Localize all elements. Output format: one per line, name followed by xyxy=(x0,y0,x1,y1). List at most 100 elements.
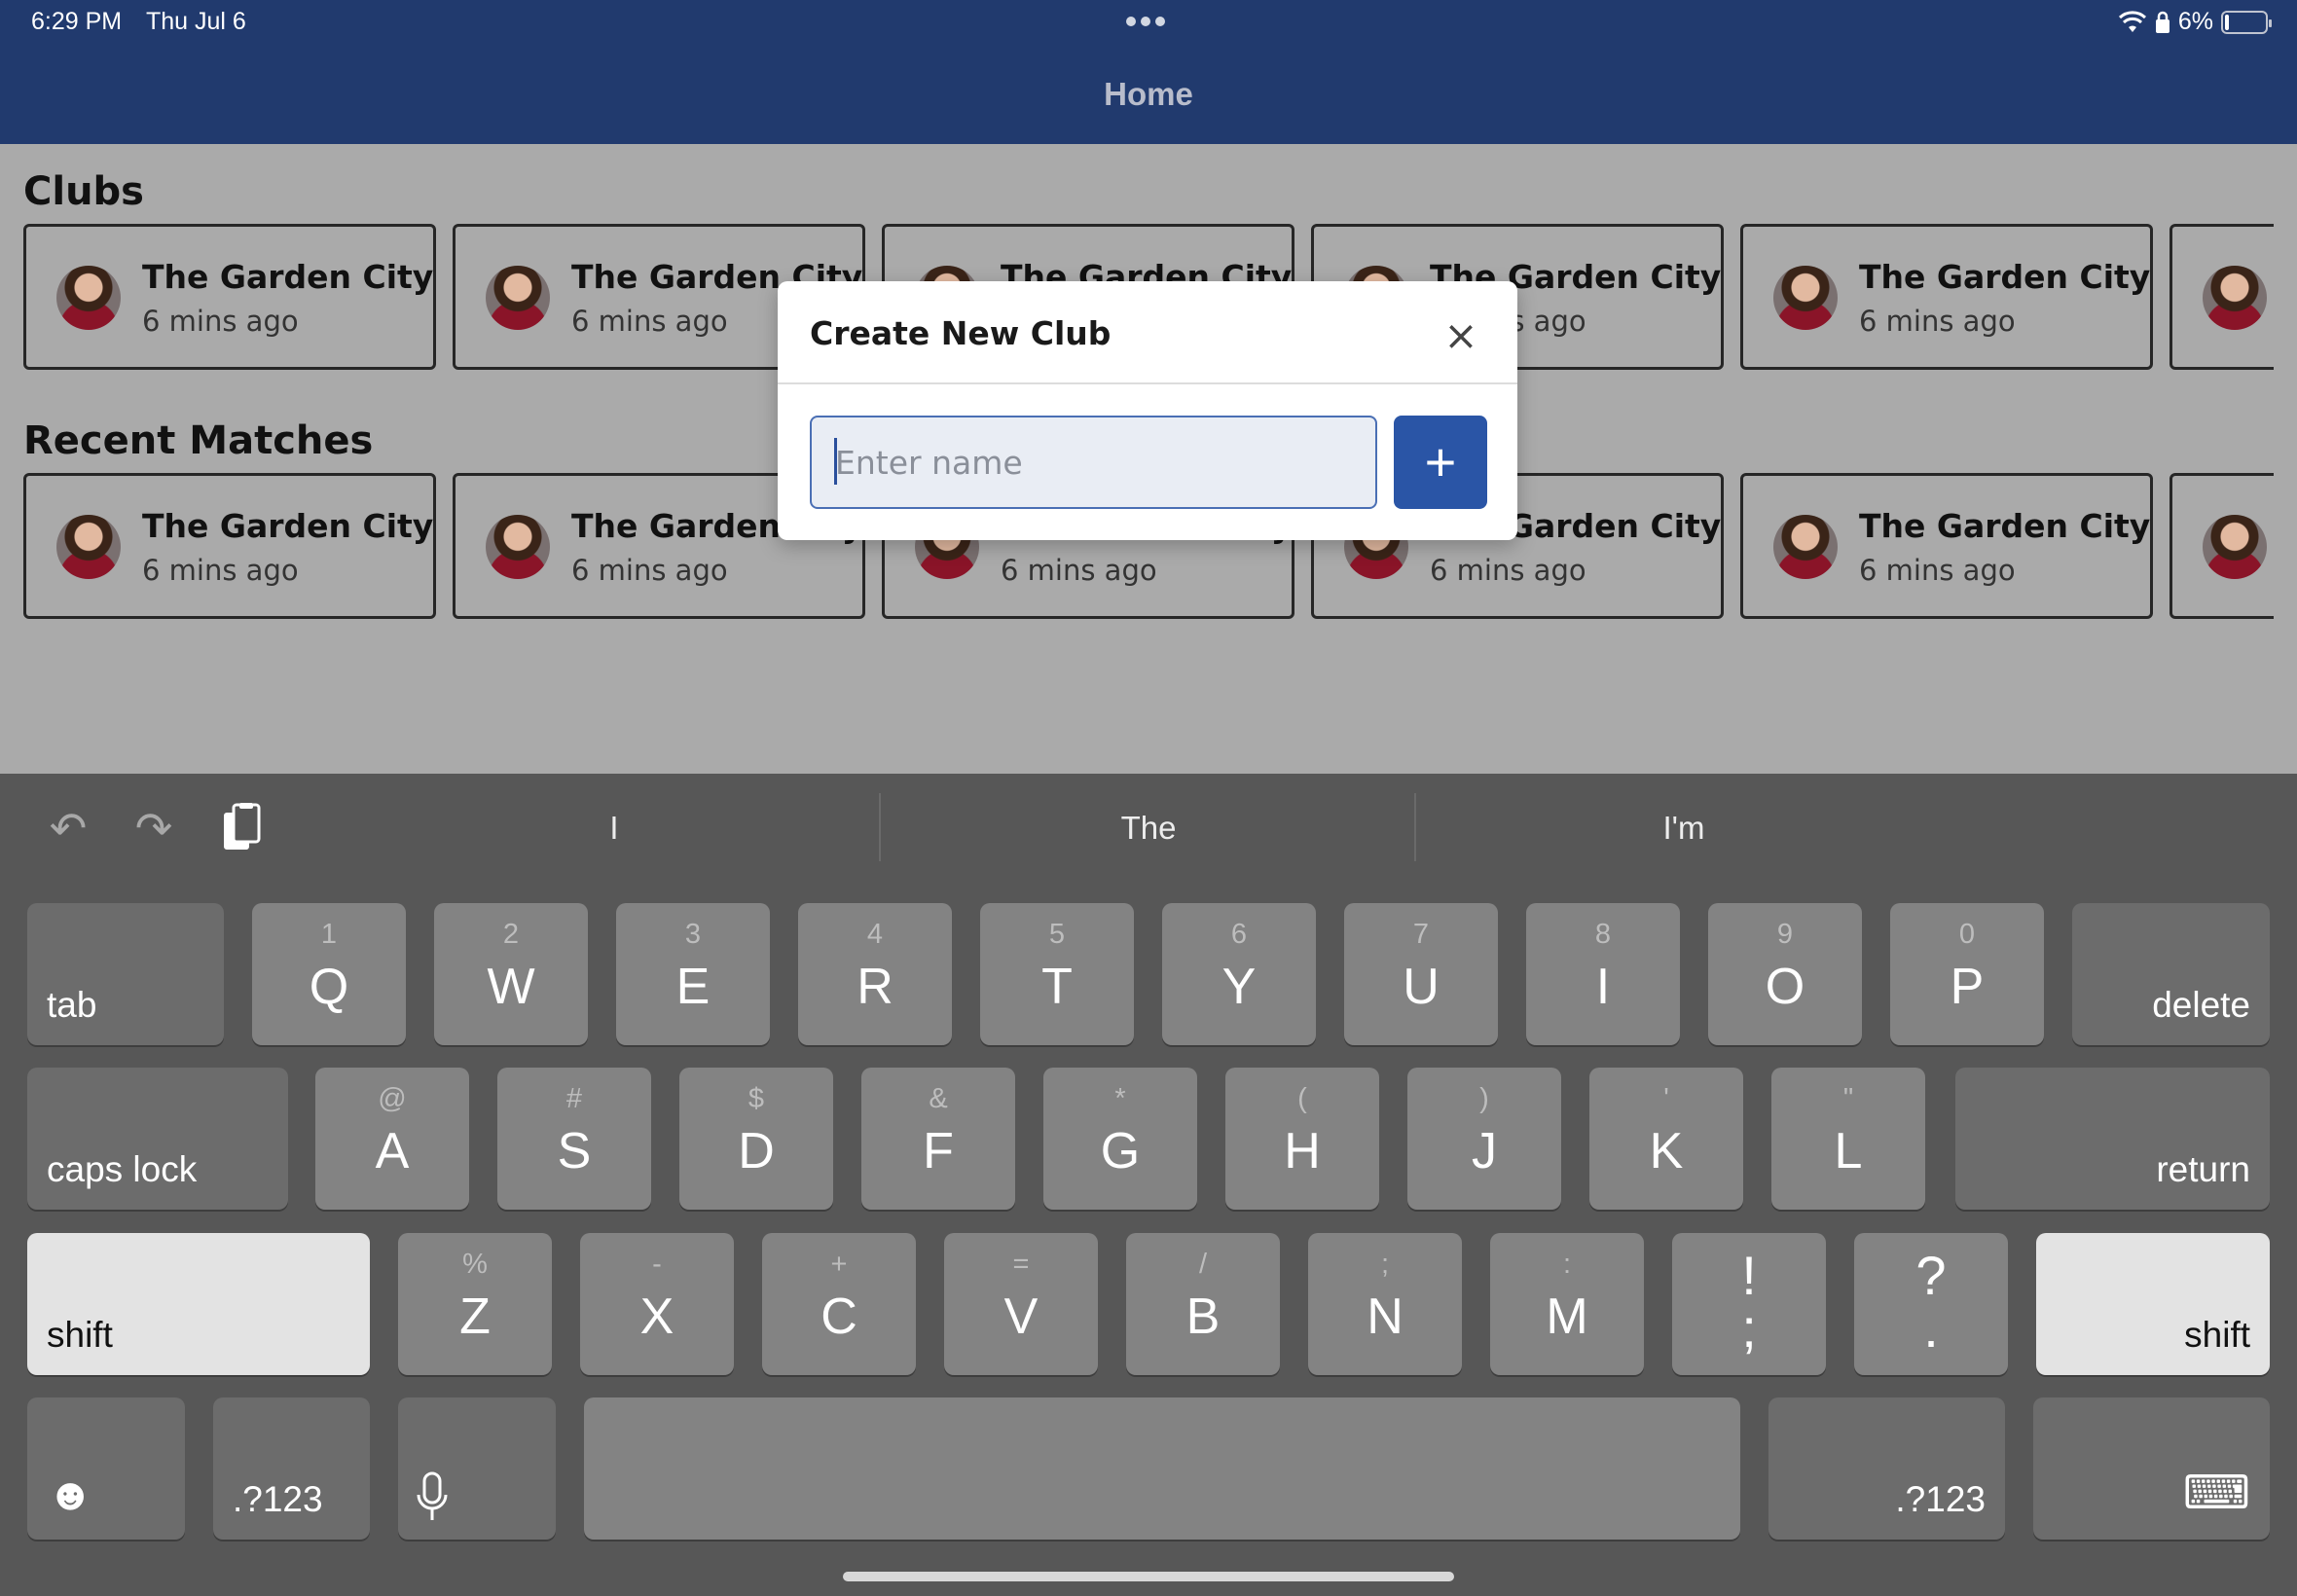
card-time: 6 mins ago xyxy=(1859,554,2016,587)
shift-key-right[interactable]: shift xyxy=(2036,1233,2270,1375)
key-alt-label: @ xyxy=(378,1083,407,1114)
key-k[interactable]: ' K xyxy=(1589,1068,1743,1210)
tab-key[interactable]: tab xyxy=(27,903,224,1045)
match-card[interactable]: The Garden City6 mins ago xyxy=(2169,473,2274,619)
card-time: 6 mins ago xyxy=(571,305,728,338)
key-label: return xyxy=(2156,1149,2250,1189)
return-key[interactable]: return xyxy=(1955,1068,2270,1210)
key-label: L xyxy=(1834,1123,1863,1179)
status-time: 6:29 PM xyxy=(31,8,123,35)
key-p[interactable]: 0P xyxy=(1890,903,2044,1045)
key-f[interactable]: & F xyxy=(861,1068,1015,1210)
key-label: U xyxy=(1403,959,1440,1015)
suggestion-2[interactable]: The xyxy=(954,803,1343,853)
key-label: K xyxy=(1649,1123,1684,1179)
key-u[interactable]: 7U xyxy=(1344,903,1498,1045)
key-label: V xyxy=(1003,1288,1039,1345)
page-title: Home xyxy=(1104,76,1193,112)
key-t[interactable]: 5T xyxy=(980,903,1134,1045)
club-card[interactable]: The Garden City6 mins ago xyxy=(23,224,436,370)
wifi-icon xyxy=(2118,10,2146,32)
suggestion-1[interactable]: I xyxy=(419,803,809,853)
key-h[interactable]: (H xyxy=(1225,1068,1379,1210)
key-label: shift xyxy=(2184,1315,2250,1355)
match-card[interactable]: The Garden City6 mins ago xyxy=(1740,473,2153,619)
redo-icon[interactable]: ↷ xyxy=(128,803,179,853)
card-time: 6 mins ago xyxy=(571,554,728,587)
avatar xyxy=(2203,515,2267,579)
match-card[interactable]: The Garden City6 mins ago xyxy=(23,473,436,619)
key-exclamation-semicolon[interactable]: !; xyxy=(1672,1233,1826,1375)
key-label: D xyxy=(738,1123,775,1179)
club-card[interactable]: The Garden City6 mins ago xyxy=(2169,224,2274,370)
key-label: I xyxy=(1595,959,1611,1015)
modal-divider xyxy=(778,382,1517,384)
key-d[interactable]: $ D xyxy=(679,1068,833,1210)
suggestion-divider xyxy=(879,793,881,861)
suggestion-3[interactable]: I'm xyxy=(1489,803,1878,853)
multitask-dots-icon[interactable] xyxy=(1126,17,1165,26)
avatar xyxy=(486,515,550,579)
key-r[interactable]: 4R xyxy=(798,903,952,1045)
battery-percent: 6% xyxy=(2177,8,2213,35)
key-label: tab xyxy=(47,985,97,1025)
club-name-input[interactable] xyxy=(810,416,1377,509)
key-label: ; xyxy=(1741,1297,1757,1359)
key-b[interactable]: / B xyxy=(1126,1233,1280,1375)
key-alt-label: 4 xyxy=(866,919,884,950)
key-c[interactable]: + C xyxy=(762,1233,916,1375)
space-key[interactable] xyxy=(584,1397,1740,1540)
key-label: caps lock xyxy=(47,1149,198,1189)
key-alt-label: 9 xyxy=(1776,919,1794,950)
key-label: Y xyxy=(1221,959,1257,1015)
numbers-key-left[interactable]: .?123 xyxy=(213,1397,370,1540)
dismiss-keyboard-key[interactable]: ⌨ xyxy=(2033,1397,2270,1540)
card-time: 6 mins ago xyxy=(1859,305,2016,338)
key-label: X xyxy=(639,1288,675,1345)
key-s[interactable]: # S xyxy=(497,1068,651,1210)
club-card[interactable]: The Garden City6 mins ago xyxy=(1740,224,2153,370)
key-y[interactable]: 6Y xyxy=(1162,903,1316,1045)
microphone-key[interactable] xyxy=(398,1397,556,1540)
clubs-title: Clubs xyxy=(23,169,144,214)
key-label: N xyxy=(1367,1288,1404,1345)
key-l[interactable]: " L xyxy=(1771,1068,1925,1210)
key-alt-label: 2 xyxy=(502,919,520,950)
key-q[interactable]: 1Q xyxy=(252,903,406,1045)
key-j[interactable]: ) J xyxy=(1407,1068,1561,1210)
add-club-button[interactable]: + xyxy=(1394,416,1487,509)
key-i[interactable]: 8I xyxy=(1526,903,1680,1045)
key-g[interactable]: * G xyxy=(1043,1068,1197,1210)
key-alt-label: ; xyxy=(1380,1249,1390,1280)
key-w[interactable]: 2W xyxy=(434,903,588,1045)
shift-key-left[interactable]: shift xyxy=(27,1233,370,1375)
key-alt-label: ' xyxy=(1663,1083,1669,1114)
caps-lock-key[interactable]: caps lock xyxy=(27,1068,288,1210)
key-e[interactable]: 3E xyxy=(616,903,770,1045)
undo-icon[interactable]: ↶ xyxy=(43,803,93,853)
lock-rotation-icon xyxy=(2155,11,2169,33)
key-alt-label: & xyxy=(929,1083,948,1114)
key-label: F xyxy=(923,1123,954,1179)
key-m[interactable]: :M xyxy=(1490,1233,1644,1375)
key-o[interactable]: 9O xyxy=(1708,903,1862,1045)
key-z[interactable]: % Z xyxy=(398,1233,552,1375)
key-a[interactable]: @ A xyxy=(315,1068,469,1210)
key-label: S xyxy=(557,1123,592,1179)
emoji-key[interactable]: ☻ xyxy=(27,1397,185,1540)
avatar xyxy=(1773,266,1838,330)
key-label: delete xyxy=(2152,985,2250,1025)
key-n[interactable]: ; N xyxy=(1308,1233,1462,1375)
paste-icon[interactable] xyxy=(216,803,267,853)
key-v[interactable]: = V xyxy=(944,1233,1098,1375)
key-x[interactable]: -X xyxy=(580,1233,734,1375)
key-label: J xyxy=(1472,1123,1497,1179)
battery-icon xyxy=(2221,10,2272,34)
card-time: 6 mins ago xyxy=(142,305,299,338)
delete-key[interactable]: delete xyxy=(2072,903,2270,1045)
numbers-key-right[interactable]: .?123 xyxy=(1768,1397,2005,1540)
text-caret xyxy=(834,438,837,485)
home-indicator[interactable] xyxy=(843,1572,1454,1581)
key-question-period[interactable]: ?. xyxy=(1854,1233,2008,1375)
close-icon[interactable]: × xyxy=(1440,314,1482,357)
